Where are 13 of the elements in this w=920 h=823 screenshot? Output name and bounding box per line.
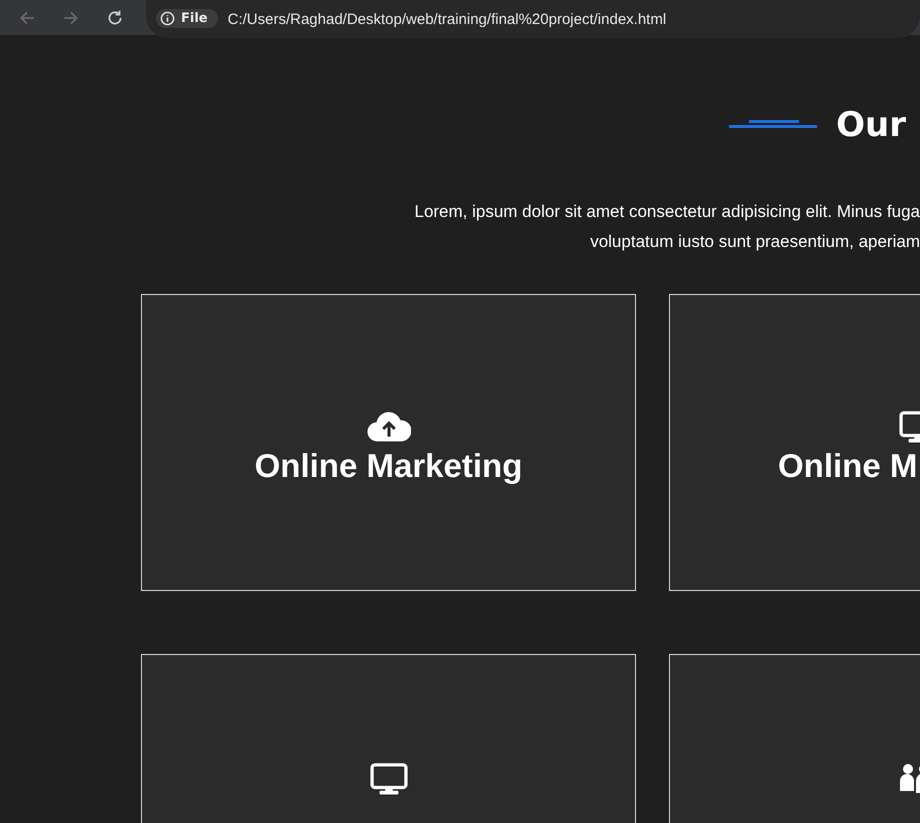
cloud-upload-icon xyxy=(366,410,410,442)
double-line-icon xyxy=(729,120,818,130)
info-icon xyxy=(160,10,175,26)
section-title: Our xyxy=(836,105,906,145)
intro-text: Lorem, ipsum dolor sit amet consectetur adipisicing elit. Minus fuga xyxy=(414,201,920,223)
site-info-label: File xyxy=(181,10,208,26)
card-title: Online Marketing xyxy=(254,446,522,484)
card-title: Online M xyxy=(778,446,918,484)
intro-text: voluptatum iusto sunt praesentium, aperiam xyxy=(590,231,920,253)
site-info-chip[interactable]: File xyxy=(156,8,218,28)
address-bar[interactable]: File C:/Users/Raghad/Desktop/web/training/final%20project/index.html xyxy=(146,0,920,38)
url-text: C:/Users/Raghad/Desktop/web/training/final%20project/index.html xyxy=(228,10,666,28)
reload-icon[interactable] xyxy=(106,8,124,26)
